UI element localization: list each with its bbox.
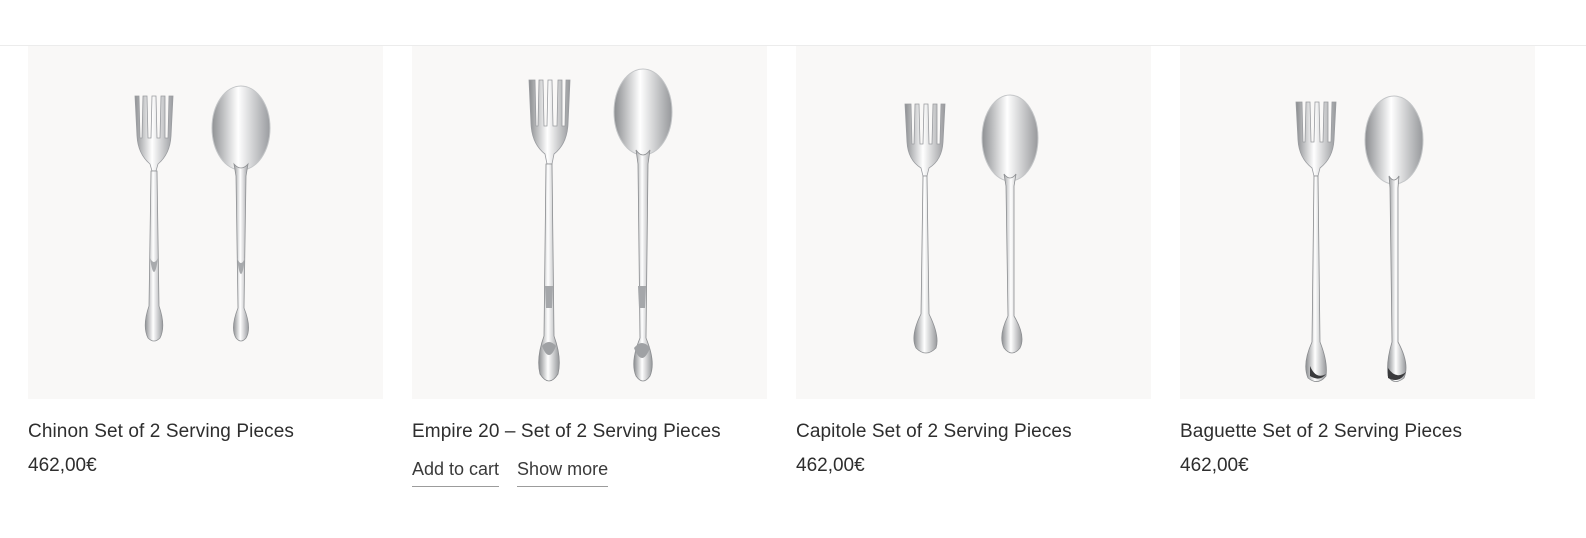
- spoon-icon: [981, 94, 1039, 354]
- product-card-capitole: Capitole Set of 2 Serving Pieces 462,00€: [796, 46, 1151, 487]
- add-to-cart-button[interactable]: Add to cart: [412, 457, 500, 487]
- spoon-icon: [1364, 95, 1424, 382]
- product-card-chinon: Chinon Set of 2 Serving Pieces 462,00€: [28, 46, 383, 487]
- product-grid: Chinon Set of 2 Serving Pieces 462,00€ E…: [28, 46, 1535, 487]
- product-image-baguette[interactable]: [1180, 46, 1535, 399]
- product-price: 462,00€: [796, 455, 865, 476]
- product-title[interactable]: Capitole Set of 2 Serving Pieces: [796, 419, 1151, 445]
- product-price: 462,00€: [28, 455, 97, 476]
- spoon-icon: [613, 68, 673, 382]
- show-more-link[interactable]: Show more: [517, 457, 609, 487]
- fork-icon: [1295, 101, 1337, 382]
- product-card-empire: Empire 20 – Set of 2 Serving Pieces Add …: [412, 46, 767, 487]
- product-image-chinon[interactable]: [28, 46, 383, 399]
- product-title[interactable]: Chinon Set of 2 Serving Pieces: [28, 419, 383, 445]
- spoon-icon: [211, 85, 271, 342]
- fork-icon: [134, 95, 174, 342]
- product-title[interactable]: Empire 20 – Set of 2 Serving Pieces: [412, 419, 767, 445]
- product-price: 462,00€: [1180, 455, 1249, 476]
- fork-icon: [528, 79, 571, 382]
- product-image-capitole[interactable]: [796, 46, 1151, 399]
- product-card-baguette: Baguette Set of 2 Serving Pieces 462,00€: [1180, 46, 1535, 487]
- product-title[interactable]: Baguette Set of 2 Serving Pieces: [1180, 419, 1535, 445]
- top-header-bar: [0, 0, 1586, 46]
- product-image-empire[interactable]: [412, 46, 767, 399]
- fork-icon: [904, 103, 946, 354]
- product-actions: Add to cart Show more: [412, 457, 767, 487]
